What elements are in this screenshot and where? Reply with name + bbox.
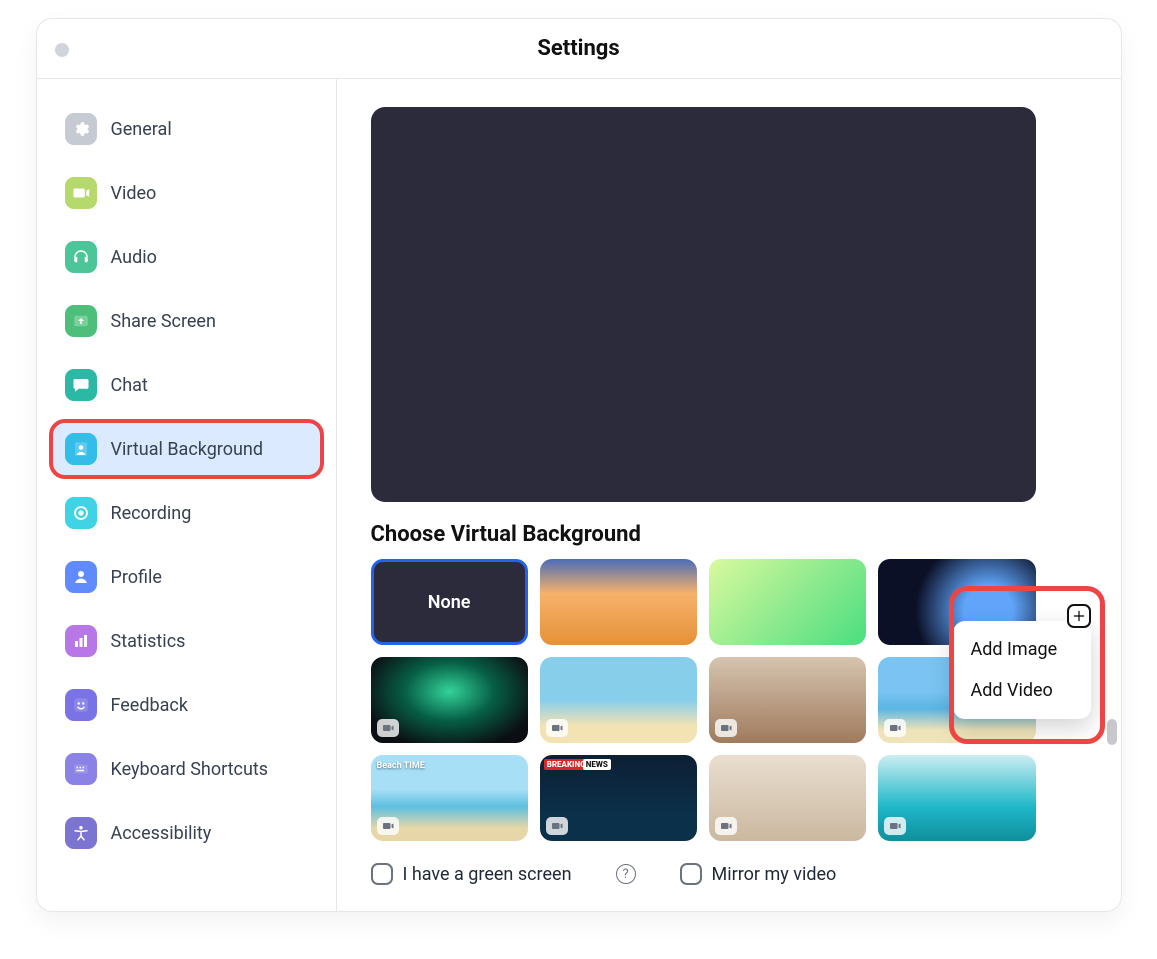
background-thumb-none[interactable]: None	[371, 559, 528, 645]
background-thumb-aurora[interactable]	[371, 657, 528, 743]
add-background-button[interactable]	[1067, 604, 1091, 628]
sidebar-item-vbg[interactable]: Virtual Background	[53, 423, 320, 475]
none-label: None	[428, 592, 471, 613]
sidebar-item-label: Audio	[111, 247, 157, 268]
scrollbar-thumb[interactable]	[1107, 719, 1117, 745]
sidebar-item-label: Accessibility	[111, 823, 212, 844]
video-badge-icon	[377, 719, 399, 737]
sidebar-item-audio[interactable]: Audio	[53, 231, 320, 283]
background-thumb-couch[interactable]	[878, 755, 1035, 841]
accessibility-icon	[65, 817, 97, 849]
video-badge-icon	[715, 817, 737, 835]
background-thumb-cafe[interactable]	[709, 755, 866, 841]
plus-icon	[1072, 609, 1086, 623]
sidebar-item-label: Video	[111, 183, 157, 204]
mirror-video-checkbox[interactable]: Mirror my video	[680, 863, 837, 885]
section-title: Choose Virtual Background	[371, 522, 641, 547]
video-badge-icon	[715, 719, 737, 737]
gear-icon	[65, 113, 97, 145]
video-badge-icon	[884, 817, 906, 835]
sidebar-item-a11y[interactable]: Accessibility	[53, 807, 320, 859]
settings-body: General Video Audio Share Screen Chat Virtual…	[37, 79, 1121, 911]
sidebar-item-label: Statistics	[111, 631, 186, 652]
window-title: Settings	[537, 36, 619, 61]
help-icon[interactable]: ?	[616, 864, 636, 884]
sidebar-item-label: Recording	[111, 503, 192, 524]
headphones-icon	[65, 241, 97, 273]
settings-sidebar: General Video Audio Share Screen Chat Virtual…	[37, 79, 337, 911]
video-icon	[65, 177, 97, 209]
video-badge-icon	[546, 817, 568, 835]
sidebar-item-video[interactable]: Video	[53, 167, 320, 219]
video-preview	[371, 107, 1036, 502]
checkbox-icon	[680, 863, 702, 885]
person-icon	[65, 561, 97, 593]
options-row: I have a green screen ? Mirror my video	[371, 855, 1087, 891]
video-badge-icon	[546, 719, 568, 737]
sidebar-item-chat[interactable]: Chat	[53, 359, 320, 411]
green-screen-label: I have a green screen	[403, 864, 572, 885]
sidebar-item-label: General	[111, 119, 172, 140]
settings-main: Choose Virtual Background None Beach TIME…	[337, 79, 1121, 911]
checkbox-icon	[371, 863, 393, 885]
mirror-video-label: Mirror my video	[712, 864, 837, 885]
sidebar-item-label: Share Screen	[111, 311, 216, 332]
sidebar-item-label: Keyboard Shortcuts	[111, 759, 269, 780]
sidebar-item-profile[interactable]: Profile	[53, 551, 320, 603]
share-screen-icon	[65, 305, 97, 337]
keyboard-icon	[65, 753, 97, 785]
settings-window: Settings General Video Audio Share Screen Ch…	[36, 18, 1122, 912]
titlebar: Settings	[37, 19, 1121, 79]
sidebar-item-share[interactable]: Share Screen	[53, 295, 320, 347]
thumb-overlay-text: NEWS	[583, 759, 611, 770]
background-thumb-grass[interactable]	[709, 559, 866, 645]
sidebar-item-label: Profile	[111, 567, 162, 588]
background-thumb-news[interactable]: BREAKINGNEWS	[540, 755, 697, 841]
record-icon	[65, 497, 97, 529]
add-image-option[interactable]: Add Image	[953, 629, 1091, 670]
portrait-icon	[65, 433, 97, 465]
background-thumb-palm[interactable]	[540, 657, 697, 743]
chat-icon	[65, 369, 97, 401]
background-thumb-bridge[interactable]	[540, 559, 697, 645]
smile-icon	[65, 689, 97, 721]
video-badge-icon	[884, 719, 906, 737]
sidebar-item-stats[interactable]: Statistics	[53, 615, 320, 667]
sidebar-item-label: Chat	[111, 375, 148, 396]
video-badge-icon	[377, 817, 399, 835]
add-menu-popover: Add Image Add Video	[953, 621, 1091, 719]
sidebar-item-label: Feedback	[111, 695, 188, 716]
sidebar-item-rec[interactable]: Recording	[53, 487, 320, 539]
thumb-overlay-text: BREAKING	[544, 759, 589, 770]
sidebar-item-shortcut[interactable]: Keyboard Shortcuts	[53, 743, 320, 795]
background-thumb-beachtime[interactable]: Beach TIME	[371, 755, 528, 841]
add-video-option[interactable]: Add Video	[953, 670, 1091, 711]
sidebar-item-general[interactable]: General	[53, 103, 320, 155]
background-grid: None Beach TIME BREAKINGNEWS	[371, 559, 1036, 841]
background-thumb-room[interactable]	[709, 657, 866, 743]
window-close-icon[interactable]	[55, 43, 69, 57]
section-header: Choose Virtual Background	[371, 522, 1087, 547]
window-controls[interactable]	[55, 43, 69, 57]
bars-icon	[65, 625, 97, 657]
sidebar-item-label: Virtual Background	[111, 439, 264, 460]
thumb-overlay-text: Beach TIME	[377, 761, 425, 771]
green-screen-checkbox[interactable]: I have a green screen	[371, 863, 572, 885]
sidebar-item-feedback[interactable]: Feedback	[53, 679, 320, 731]
